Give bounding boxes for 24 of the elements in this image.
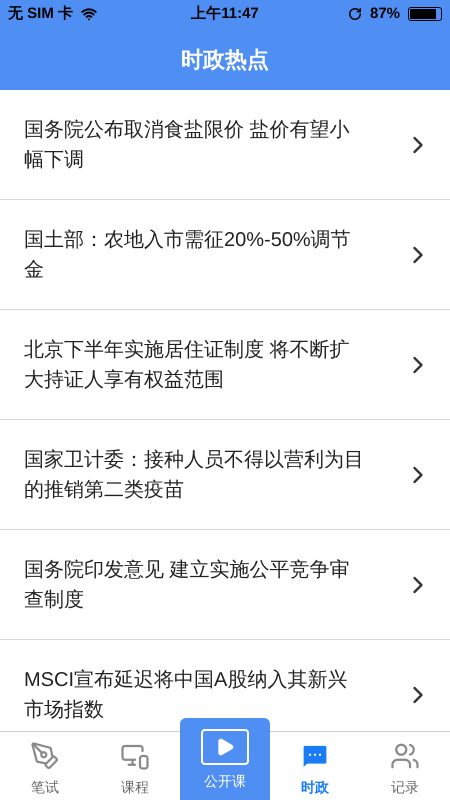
rotation-lock-icon bbox=[348, 7, 362, 21]
news-title: 国务院公布取消食盐限价 盐价有望小幅下调 bbox=[24, 118, 351, 172]
news-title: 北京下半年实施居住证制度 将不断扩大持证人享有权益范围 bbox=[24, 338, 351, 392]
tab-item[interactable]: 记录 bbox=[360, 732, 450, 800]
wifi-icon bbox=[81, 6, 98, 22]
battery-icon bbox=[408, 7, 442, 21]
clock-text: 上午11:47 bbox=[191, 4, 259, 24]
people-icon bbox=[390, 740, 420, 770]
news-item[interactable]: 国务院公布取消食盐限价 盐价有望小幅下调 bbox=[0, 90, 450, 200]
news-title: 国务院印发意见 建立实施公平竞争审查制度 bbox=[24, 558, 351, 612]
news-title: 国土部：农地入市需征20%-50%调节金 bbox=[24, 228, 352, 282]
tab-item[interactable]: 课程 bbox=[90, 732, 180, 800]
play-icon bbox=[201, 729, 249, 765]
carrier-text: 无 SIM 卡 bbox=[8, 4, 74, 24]
page-title: 时政热点 bbox=[181, 46, 269, 74]
news-title: 国家卫计委：接种人员不得以营利为目的推销第二类疫苗 bbox=[24, 448, 365, 502]
news-item[interactable]: 国务院印发意见 建立实施公平竞争审查制度 bbox=[0, 530, 450, 640]
tab-item[interactable]: 时政 bbox=[270, 732, 360, 800]
news-item[interactable]: 国土部：农地入市需征20%-50%调节金 bbox=[0, 200, 450, 310]
news-item[interactable]: 北京下半年实施居住证制度 将不断扩大持证人享有权益范围 bbox=[0, 310, 450, 420]
tab-item[interactable]: 笔试 bbox=[0, 732, 90, 800]
pen-nib-icon bbox=[30, 740, 60, 770]
battery-text: 87% bbox=[370, 4, 400, 24]
news-item[interactable]: 国家卫计委：接种人员不得以营利为目的推销第二类疫苗 bbox=[0, 420, 450, 530]
